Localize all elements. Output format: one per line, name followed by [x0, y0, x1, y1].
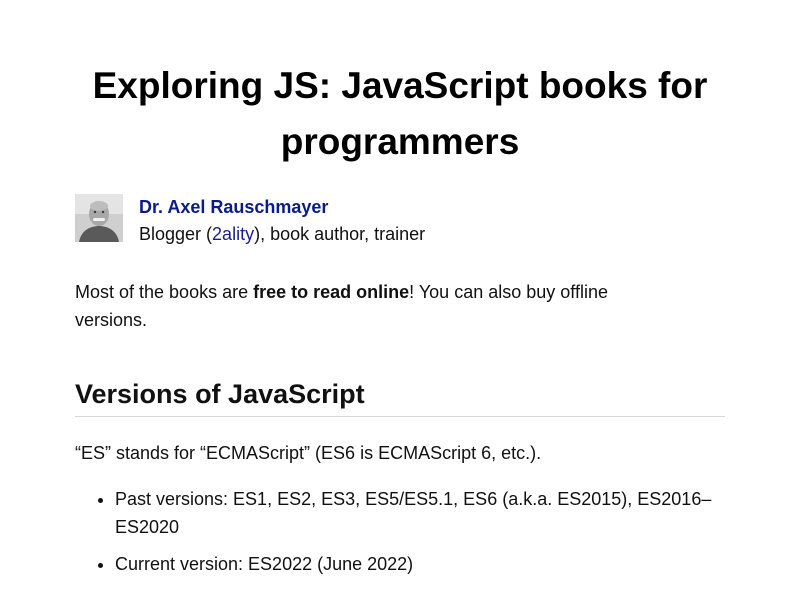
- page-title: Exploring JS: JavaScript books for progr…: [92, 65, 708, 162]
- versions-list: Past versions: ES1, ES2, ES3, ES5/ES5.1,…: [75, 485, 735, 587]
- section-title: Versions of JavaScript: [75, 376, 725, 417]
- list-item: Past versions: ES1, ES2, ES3, ES5/ES5.1,…: [115, 485, 735, 541]
- author-desc-suffix: ), book author, trainer: [254, 224, 426, 244]
- author-avatar[interactable]: [75, 194, 123, 242]
- page: Exploring JS: JavaScript books for progr…: [0, 0, 800, 600]
- list-item: Current version: ES2022 (June 2022): [115, 550, 735, 578]
- blog-link[interactable]: 2ality: [212, 224, 254, 244]
- author-desc-prefix: Blogger (: [139, 224, 213, 244]
- intro-prefix: Most of the books are: [75, 282, 254, 302]
- intro-bold: free to read online: [253, 282, 410, 302]
- author-description: Blogger (2ality), book author, trainer: [139, 223, 425, 245]
- intro-paragraph: Most of the books are free to read onlin…: [75, 278, 675, 334]
- avatar-portrait-icon: [75, 194, 123, 242]
- es-note: “ES” stands for “ECMAScript” (ES6 is ECM…: [75, 443, 542, 463]
- author-name-link[interactable]: Dr. Axel Rauschmayer: [139, 196, 328, 218]
- author-card: Dr. Axel Rauschmayer Blogger (2ality), b…: [75, 193, 725, 245]
